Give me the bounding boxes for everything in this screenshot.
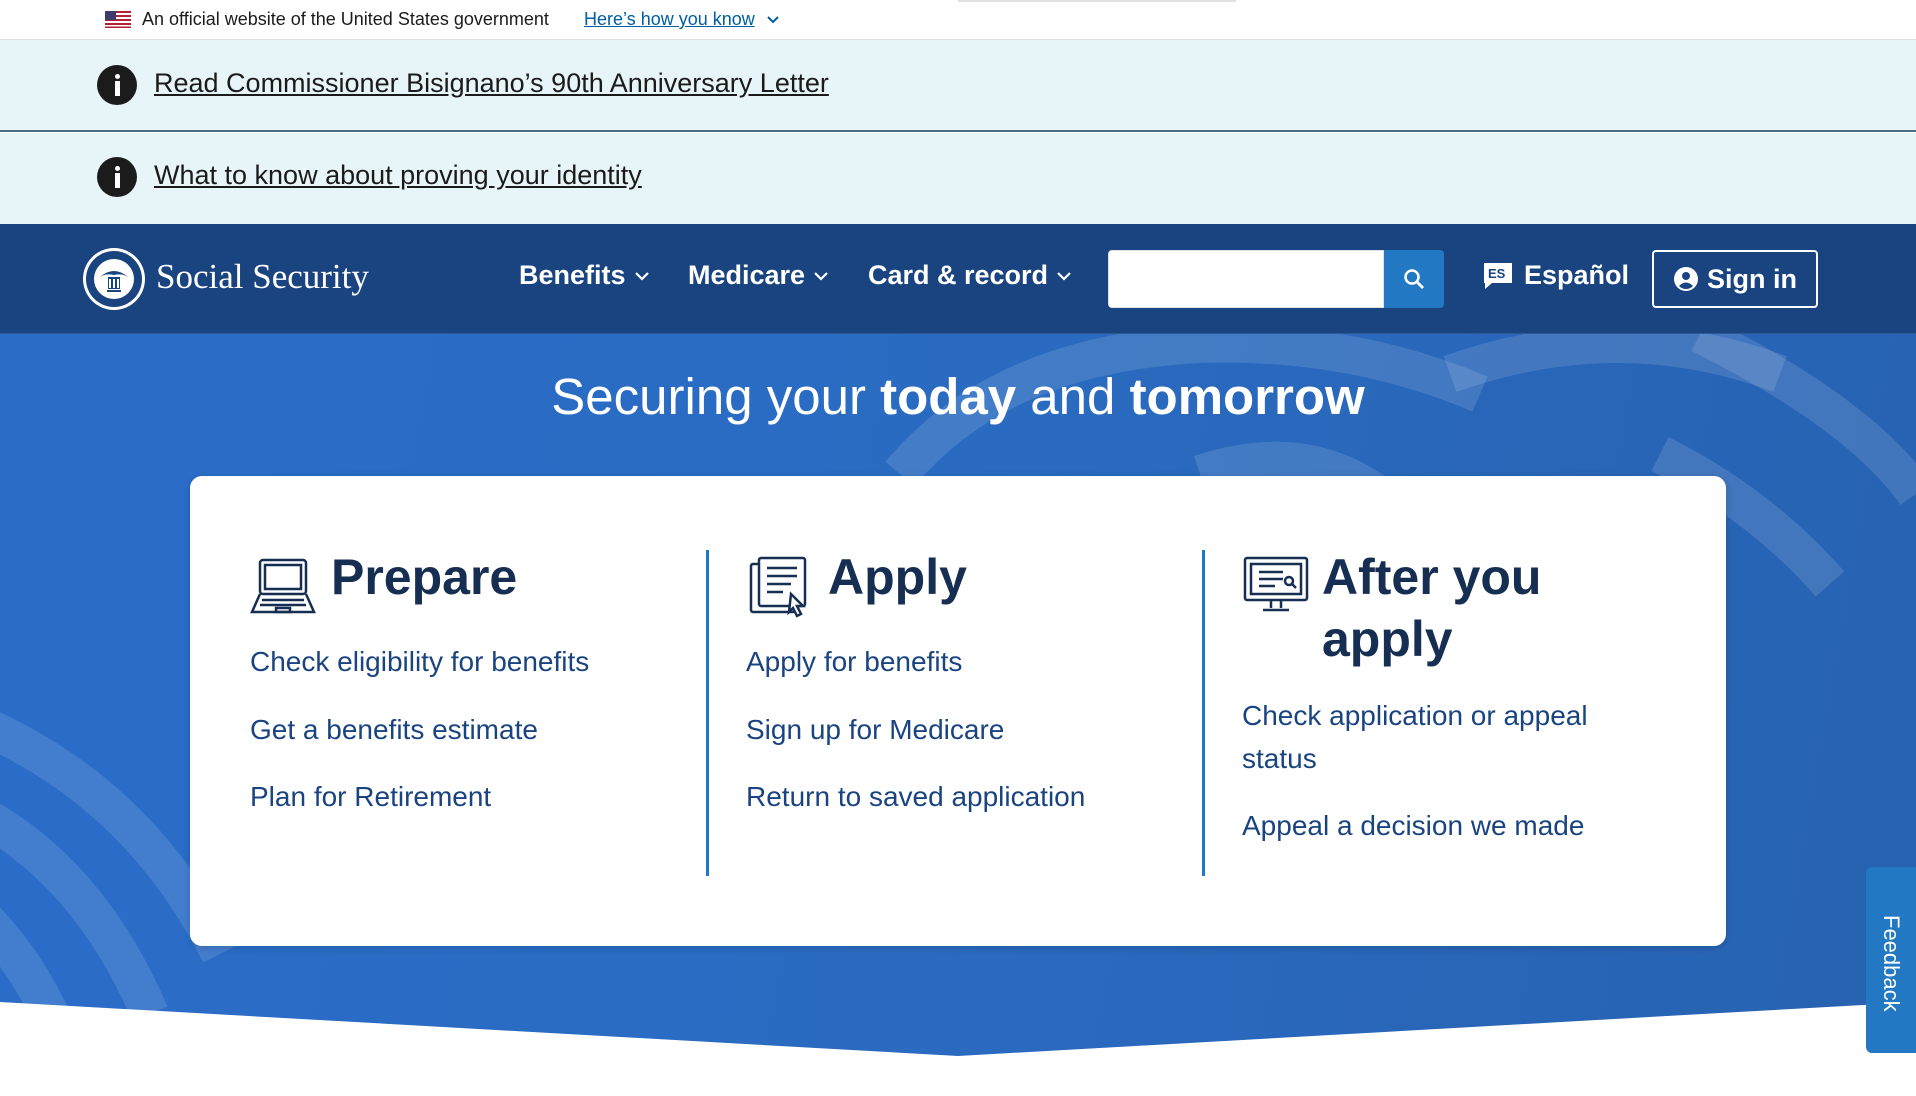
hero-section: Securing your today and tomorrow Prepare… [0,334,1916,1096]
sign-in-label: Sign in [1707,263,1797,294]
search-icon [1404,269,1424,289]
tasks-card: Prepare Check eligibility for benefits G… [190,476,1726,946]
hero-title-part: Securing your [551,368,881,425]
info-icon [97,157,137,197]
apply-title: Apply [828,549,967,605]
gov-banner: An official website of the United States… [0,0,1916,40]
hero-title-bold: tomorrow [1129,368,1365,425]
search-input[interactable] [1108,250,1384,308]
chevron-down-icon[interactable] [766,13,780,27]
user-icon [1674,267,1698,291]
info-icon [97,65,137,105]
nav-medicare[interactable]: Medicare [688,260,829,291]
site-brand[interactable]: Social Security [156,257,369,297]
nav-benefits[interactable]: Benefits [519,260,650,291]
site-header: Social Security Benefits Medicare Card &… [0,224,1916,334]
alert-anniversary: Read Commissioner Bisignano’s 90th Anniv… [0,40,1916,132]
hero-title-part: and [1016,368,1130,425]
check-status-link-line1[interactable]: Check application or appeal [1242,694,1588,737]
search-button[interactable] [1384,250,1444,308]
computer-monitor-icon [1243,556,1309,612]
top-line [958,0,1236,2]
column-divider [1202,550,1205,876]
feedback-label: Feedback [1879,915,1904,1012]
laptop-icon [250,558,316,614]
anniversary-letter-link[interactable]: Read Commissioner Bisignano’s 90th Anniv… [154,68,829,99]
prepare-title: Prepare [331,549,518,605]
plan-retirement-link[interactable]: Plan for Retirement [250,775,491,818]
medicare-signup-link[interactable]: Sign up for Medicare [746,708,1004,751]
chevron-down-icon [634,271,649,281]
language-icon: ES [1484,262,1512,289]
ssa-seal-logo[interactable] [82,247,146,311]
appeal-decision-link[interactable]: Appeal a decision we made [1242,804,1584,847]
apply-for-benefits-link[interactable]: Apply for benefits [746,640,962,683]
alert-identity: What to know about proving your identity [0,133,1916,224]
svg-text:ES: ES [1488,266,1506,281]
after-apply-title-line1: After you [1322,549,1542,605]
nav-benefits-label: Benefits [519,260,626,290]
hero-title-bold: today [880,368,1017,425]
column-divider [706,550,709,876]
us-flag-icon [105,11,131,28]
espanol-label: Español [1524,260,1630,290]
nav-card-record-label: Card & record [868,260,1049,290]
check-eligibility-link[interactable]: Check eligibility for benefits [250,640,589,683]
after-apply-title-line2: apply [1322,611,1453,667]
chevron-down-icon [1057,271,1071,281]
check-status-link-line2[interactable]: status [1242,737,1317,780]
how-you-know-link[interactable]: Here’s how you know [584,9,755,30]
saved-application-link[interactable]: Return to saved application [746,775,1085,818]
benefits-estimate-link[interactable]: Get a benefits estimate [250,708,538,751]
nav-medicare-label: Medicare [688,260,806,290]
sign-in-button[interactable]: Sign in [1652,250,1818,308]
nav-card-record[interactable]: Card & record [868,260,1072,291]
hero-title: Securing your today and tomorrow [0,367,1916,426]
feedback-tab[interactable]: Feedback [1866,867,1916,1053]
proving-identity-link[interactable]: What to know about proving your identity [154,160,642,191]
chevron-down-icon [814,271,828,281]
gov-banner-text: An official website of the United States… [142,9,549,29]
espanol-link[interactable]: ES Español [1482,260,1629,291]
application-form-icon [749,556,807,618]
